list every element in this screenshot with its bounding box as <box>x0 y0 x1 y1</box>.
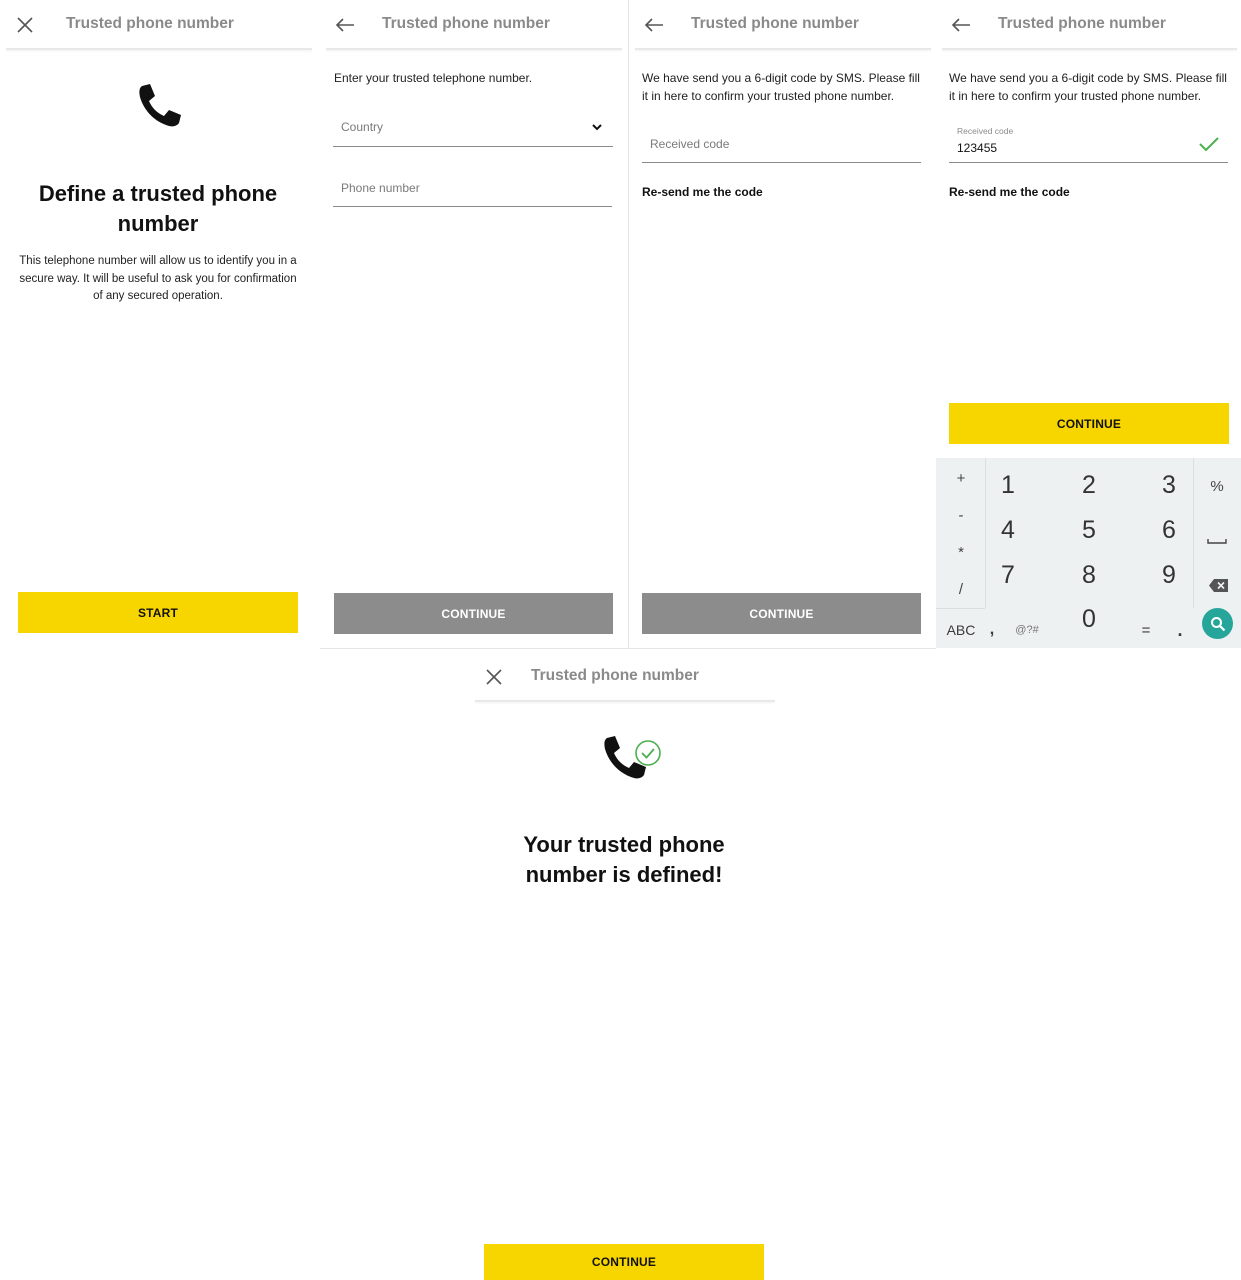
code-floating-label: Received code <box>957 126 1014 136</box>
phone-number-field[interactable]: Phone number <box>333 178 612 207</box>
check-icon <box>1198 136 1220 157</box>
keypad-divider <box>1193 458 1194 608</box>
country-select[interactable]: Country <box>333 116 613 147</box>
back-arrow-icon[interactable] <box>332 12 358 38</box>
key-6[interactable]: 6 <box>1149 516 1189 545</box>
app-bar-title: Trusted phone number <box>998 15 1166 32</box>
app-bar-title: Trusted phone number <box>691 15 859 32</box>
numeric-keypad: + - * / 1 2 3 4 5 6 7 8 9 0 % ABC , @?# … <box>936 458 1241 648</box>
app-bar: Trusted phone number <box>936 0 1241 50</box>
key-symbols[interactable]: @?# <box>1010 624 1044 636</box>
instruction-text: We have send you a 6-digit code by SMS. … <box>642 71 920 103</box>
key-8[interactable]: 8 <box>1069 561 1109 590</box>
success-heading-line2: number is defined! <box>525 862 723 887</box>
resend-code-link[interactable]: Re-send me the code <box>642 185 763 199</box>
intro-heading: Define a trusted phone number <box>38 181 278 236</box>
key-percent[interactable]: % <box>1205 478 1229 495</box>
app-bar-title: Trusted phone number <box>66 15 234 32</box>
continue-button[interactable]: CONTINUE <box>334 593 613 634</box>
key-2[interactable]: 2 <box>1069 471 1109 500</box>
key-comma[interactable]: , <box>986 621 998 639</box>
key-0[interactable]: 0 <box>1069 605 1109 634</box>
code-placeholder: Received code <box>650 137 730 151</box>
close-icon[interactable] <box>12 12 38 38</box>
resend-code-link[interactable]: Re-send me the code <box>949 185 1070 199</box>
key-equals[interactable]: = <box>1138 622 1154 639</box>
key-4[interactable]: 4 <box>988 516 1028 545</box>
app-bar-title: Trusted phone number <box>382 15 550 32</box>
key-plus[interactable]: + <box>949 470 973 487</box>
back-arrow-icon[interactable] <box>641 12 667 38</box>
country-placeholder: Country <box>341 120 384 134</box>
key-9[interactable]: 9 <box>1149 561 1189 590</box>
key-5[interactable]: 5 <box>1069 516 1109 545</box>
success-heading-line1: Your trusted phone <box>523 832 725 857</box>
backspace-icon[interactable] <box>1208 578 1230 598</box>
key-abc[interactable]: ABC <box>944 622 978 638</box>
app-bar: Trusted phone number <box>0 0 316 50</box>
received-code-field[interactable]: Received code <box>642 134 921 163</box>
key-3[interactable]: 3 <box>1149 471 1189 500</box>
space-key-icon[interactable] <box>1206 532 1228 550</box>
continue-button[interactable]: CONTINUE <box>484 1244 764 1280</box>
received-code-field[interactable]: Received code 123455 <box>949 126 1228 163</box>
intro-screen: Trusted phone number Define a trusted ph… <box>0 0 316 648</box>
app-bar: Trusted phone number <box>629 0 935 50</box>
instruction-text: We have send you a 6-digit code by SMS. … <box>949 71 1227 103</box>
phone-icon <box>136 82 184 128</box>
phone-check-icon <box>602 734 664 782</box>
phone-placeholder: Phone number <box>341 181 420 195</box>
chevron-down-icon <box>591 120 603 132</box>
key-minus[interactable]: - <box>949 507 973 524</box>
key-7[interactable]: 7 <box>988 561 1028 590</box>
keypad-divider <box>936 608 985 609</box>
success-heading: Your trusted phone number is defined! <box>479 830 769 890</box>
keypad-divider <box>985 458 986 608</box>
divider <box>320 648 936 649</box>
continue-button[interactable]: CONTINUE <box>642 593 921 634</box>
search-icon[interactable] <box>1202 608 1233 639</box>
instruction-text: Enter your trusted telephone number. <box>334 71 533 85</box>
intro-description: This telephone number will allow us to i… <box>19 255 297 302</box>
app-bar: Trusted phone number <box>469 652 779 702</box>
code-filled-screen: Trusted phone number We have send you a … <box>936 0 1241 648</box>
continue-button[interactable]: CONTINUE <box>949 403 1229 444</box>
key-divide[interactable]: / <box>949 581 973 598</box>
app-bar-title: Trusted phone number <box>531 667 699 684</box>
app-bar: Trusted phone number <box>320 0 626 50</box>
key-multiply[interactable]: * <box>949 544 973 561</box>
enter-number-screen: Trusted phone number Enter your trusted … <box>320 0 626 648</box>
enter-code-screen: Trusted phone number We have send you a … <box>628 0 935 648</box>
success-screen: Trusted phone number Your trusted phone … <box>469 652 779 1280</box>
key-1[interactable]: 1 <box>988 471 1028 500</box>
back-arrow-icon[interactable] <box>948 12 974 38</box>
close-icon[interactable] <box>481 664 507 690</box>
start-button[interactable]: START <box>18 592 298 633</box>
key-period[interactable]: . <box>1174 620 1186 641</box>
code-value: 123455 <box>957 141 998 155</box>
